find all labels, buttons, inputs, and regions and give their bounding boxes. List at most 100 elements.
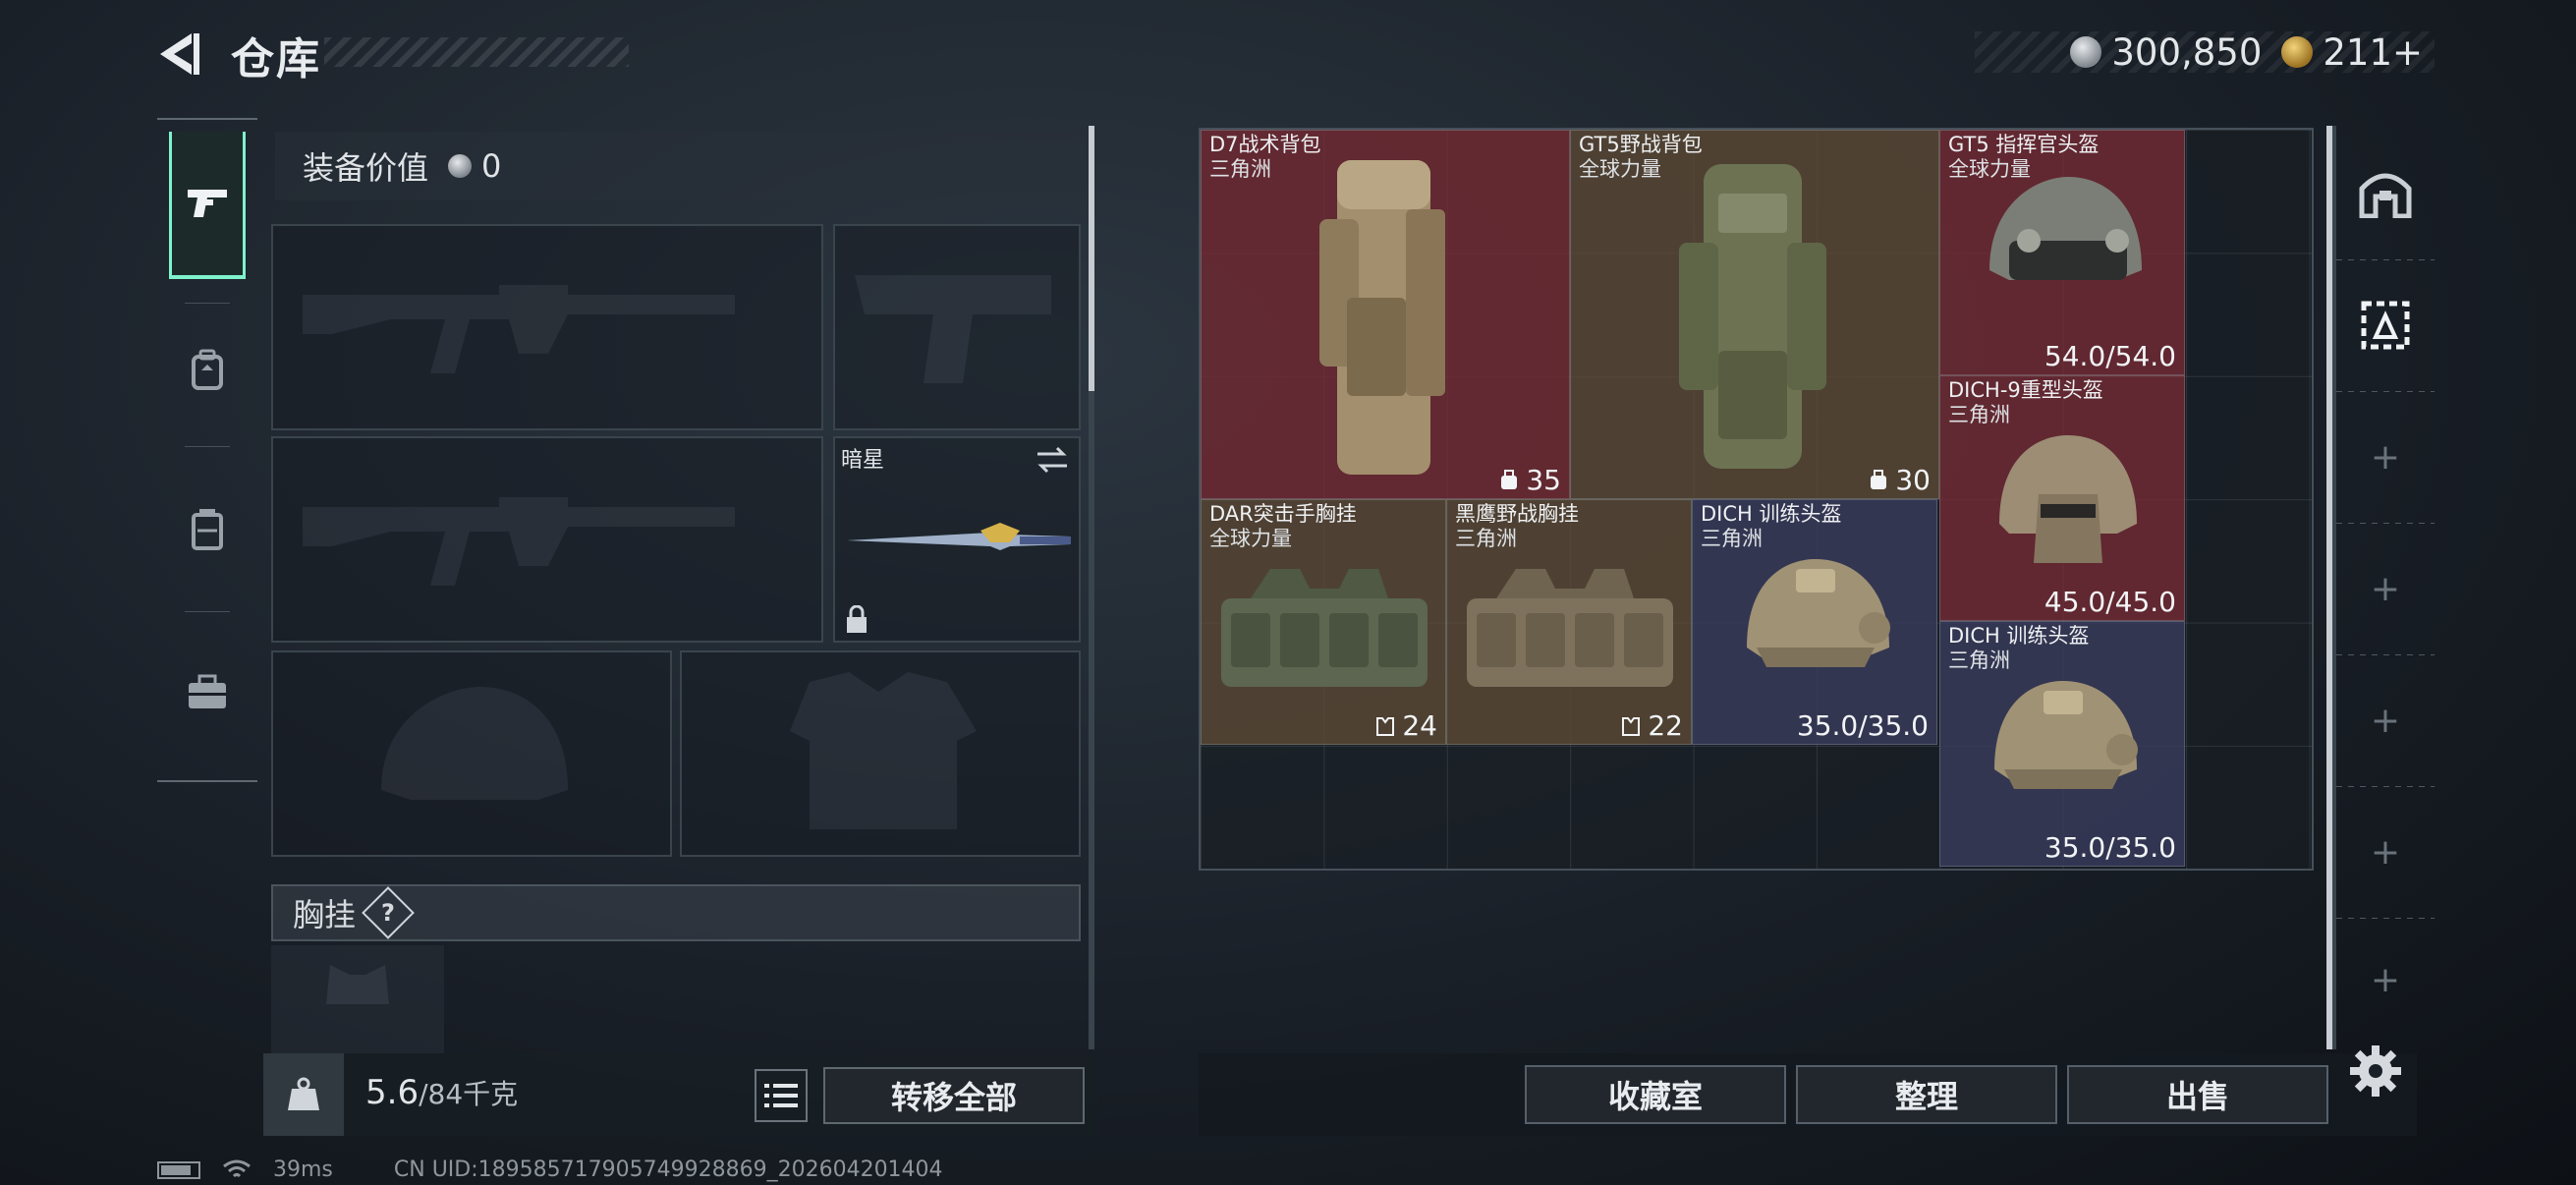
armor-silhouette-icon — [790, 672, 977, 829]
item-stat: 35 — [1498, 464, 1561, 496]
backpack-icon — [192, 349, 223, 390]
nav-briefcase[interactable] — [169, 619, 246, 766]
helmet-slot[interactable] — [271, 650, 672, 857]
title-decoration — [324, 37, 629, 67]
silver-currency[interactable]: 300,850 — [2070, 31, 2262, 74]
battery-icon — [157, 1160, 200, 1179]
sell-button[interactable]: 出售 — [2067, 1065, 2328, 1124]
pistol-icon — [188, 190, 227, 217]
silver-coin-icon — [2070, 36, 2102, 68]
plus-icon: + — [2370, 700, 2401, 741]
backpack-art-icon — [1319, 160, 1445, 475]
stash-item[interactable]: 黑鹰野战胸挂 三角洲 22 — [1446, 499, 1692, 745]
item-source: 三角洲 — [1948, 403, 2010, 426]
item-name: DAR突击手胸挂 — [1209, 502, 1357, 526]
primary-weapon-slot[interactable] — [271, 224, 823, 430]
silver-coin-icon — [448, 154, 473, 178]
collection-room-button[interactable]: 收藏室 — [1525, 1065, 1786, 1124]
helmet-silhouette-icon — [381, 687, 568, 800]
item-name: GT5野战背包 — [1579, 133, 1703, 156]
back-button[interactable] — [152, 28, 206, 82]
item-durability: 35.0/35.0 — [2044, 831, 2176, 864]
item-durability: 54.0/54.0 — [2044, 340, 2176, 372]
briefcase-icon — [189, 674, 226, 708]
gear-icon — [2350, 1045, 2401, 1097]
gold-amount: 211+ — [2323, 30, 2423, 74]
weight-readout: 5.6/84千克 — [365, 1073, 518, 1112]
nav-backpack[interactable] — [169, 297, 246, 444]
helmet-art-icon — [1999, 435, 2137, 563]
vault-icon — [2359, 173, 2412, 218]
secondary-weapon-slot[interactable] — [271, 436, 823, 643]
bag-capacity-icon — [1501, 469, 1518, 489]
item-name: DICH-9重型头盔 — [1948, 378, 2103, 402]
weight-limit: /84千克 — [419, 1078, 519, 1110]
knife-icon — [847, 523, 1071, 550]
back-arrow-icon — [160, 33, 199, 75]
sort-button[interactable]: 整理 — [1796, 1065, 2057, 1124]
ping-text: 39ms — [273, 1157, 333, 1182]
transfer-all-button[interactable]: 转移全部 — [823, 1067, 1085, 1124]
item-stat: 22 — [1620, 709, 1683, 742]
add-stash-page[interactable]: + — [2336, 523, 2435, 654]
chest-rig-header: 胸挂 ? — [271, 884, 1081, 941]
rig-silhouette-icon — [326, 965, 389, 1004]
add-stash-page[interactable]: + — [2336, 918, 2435, 1042]
weight-icon-box — [263, 1053, 344, 1136]
sidearm-slot[interactable] — [833, 224, 1081, 430]
help-icon[interactable]: ? — [362, 886, 415, 939]
stash-page-1[interactable] — [2336, 128, 2435, 259]
melee-slot[interactable]: 暗星 — [833, 436, 1081, 643]
bag-capacity-icon — [1871, 469, 1887, 489]
add-stash-page[interactable]: + — [2336, 654, 2435, 786]
item-source: 三角洲 — [1948, 649, 2010, 672]
wifi-icon — [223, 1159, 251, 1177]
item-source: 全球力量 — [1209, 527, 1292, 550]
stash-item[interactable]: GT5 指挥官头盔 全球力量 54.0/54.0 — [1939, 130, 2185, 375]
helmet-art-icon — [1747, 559, 1890, 667]
uid-text: CN UID:1895857179057499288​69_2026042014… — [393, 1157, 943, 1182]
list-view-button[interactable] — [755, 1069, 808, 1122]
helmet-art-icon — [1994, 681, 2138, 789]
chest-rig-art-icon — [1467, 569, 1673, 687]
weight-current: 5.6 — [365, 1073, 420, 1112]
stash-item[interactable]: DICH-9重型头盔 三角洲 45.0/45.0 — [1939, 375, 2185, 621]
item-stat: 30 — [1868, 464, 1931, 496]
stash-scrollbar-thumb[interactable] — [2326, 126, 2332, 1049]
add-stash-page[interactable]: + — [2336, 391, 2435, 523]
item-source: 全球力量 — [1579, 157, 1661, 181]
page-title: 仓库 — [231, 34, 321, 85]
rig-capacity-icon — [1376, 716, 1395, 736]
nav-rig[interactable] — [169, 456, 246, 603]
nav-weapons[interactable] — [169, 132, 246, 279]
stash-item[interactable]: DICH 训练头盔 三角洲 35.0/35.0 — [1939, 621, 2185, 867]
item-name: 黑鹰野战胸挂 — [1455, 502, 1579, 526]
item-stat: 24 — [1374, 709, 1437, 742]
item-name: DICH 训练头盔 — [1701, 502, 1842, 526]
stash-page-2[interactable] — [2336, 259, 2435, 391]
stash-grid[interactable]: D7战术背包 三角洲 35 GT5野战背包 全球力量 30 GT5 指挥官头盔 … — [1199, 128, 2314, 871]
status-bar: 39ms CN UID:1895857179057499288​69_20260… — [157, 1157, 943, 1182]
item-source: 三角洲 — [1701, 527, 1763, 550]
equip-value-label: 装备价值 — [303, 149, 429, 187]
helmet-art-icon — [1989, 177, 2142, 280]
gold-currency[interactable]: 211+ — [2281, 31, 2423, 74]
kg-weight-icon — [288, 1077, 319, 1110]
stash-item[interactable]: DAR突击手胸挂 全球力量 24 — [1201, 499, 1446, 745]
add-stash-page[interactable]: + — [2336, 786, 2435, 918]
armor-slot[interactable] — [680, 650, 1081, 857]
item-durability: 35.0/35.0 — [1796, 709, 1929, 742]
chest-rig-slot[interactable] — [271, 945, 444, 1053]
equipment-value: 装备价值 0 — [275, 132, 1085, 200]
plus-icon: + — [2370, 831, 2401, 873]
melee-label: 暗星 — [841, 448, 885, 473]
list-icon — [764, 1084, 798, 1107]
settings-button[interactable] — [2348, 1044, 2403, 1099]
swap-icon[interactable] — [1034, 444, 1071, 476]
loadout-scrollbar-thumb[interactable] — [1089, 126, 1094, 391]
item-source: 全球力量 — [1948, 157, 2031, 181]
rig-capacity-icon — [1622, 716, 1641, 736]
stash-item[interactable]: DICH 训练头盔 三角洲 35.0/35.0 — [1692, 499, 1937, 745]
stash-item[interactable]: GT5野战背包 全球力量 30 — [1570, 130, 1939, 499]
stash-item[interactable]: D7战术背包 三角洲 35 — [1201, 130, 1570, 499]
